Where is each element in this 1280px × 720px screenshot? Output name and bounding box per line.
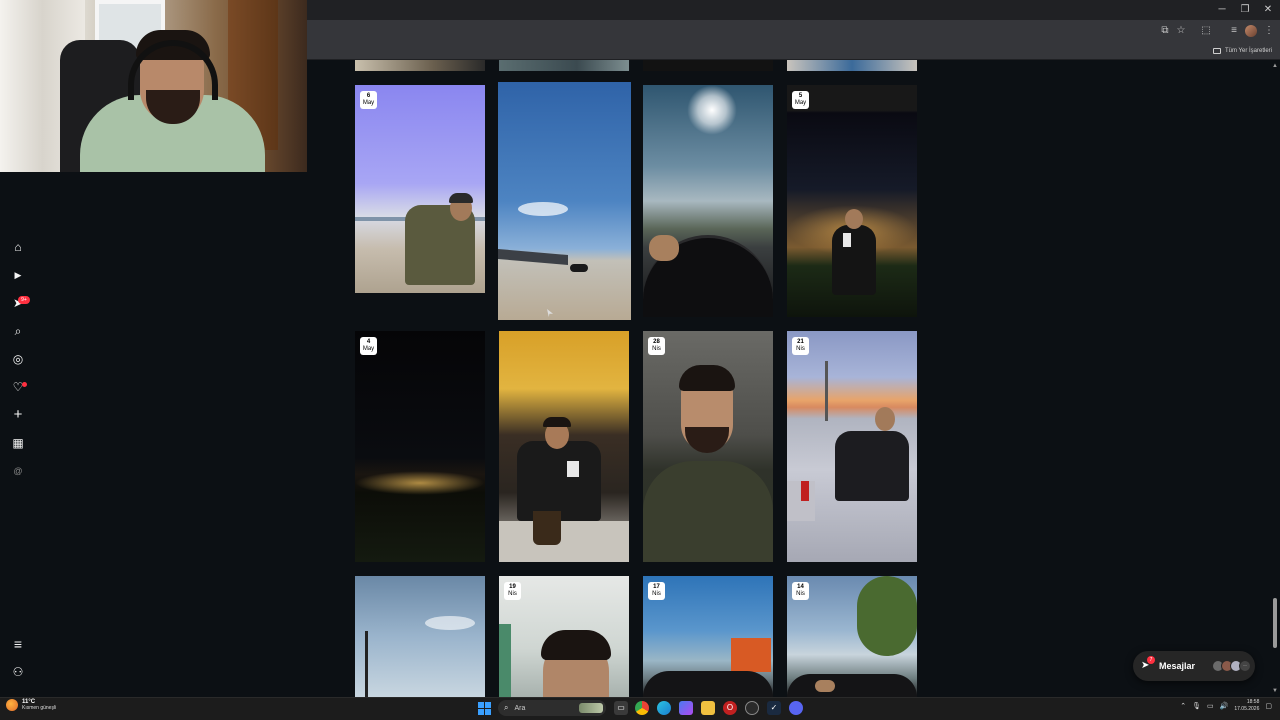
grid-tile[interactable]	[643, 85, 773, 317]
date-badge: 17 Nis	[648, 582, 665, 600]
system-tray: ⌃ 🎙 ▭ 🔊 18:58 17.05.2026 ▢	[1180, 699, 1272, 713]
date-badge: 5 May	[792, 91, 809, 109]
threads-icon[interactable]: @	[9, 462, 27, 480]
reels-icon[interactable]: ▶	[9, 266, 27, 284]
display-icon[interactable]: ▭	[1207, 702, 1214, 710]
grid-tile[interactable]: 6 May	[355, 85, 485, 304]
install-app-icon[interactable]: ⧉	[1158, 24, 1172, 38]
explore-icon[interactable]: ◎	[9, 350, 27, 368]
clock-date: 17.05.2026	[1234, 706, 1260, 712]
grid-tile[interactable]	[498, 82, 631, 320]
scrollbar-thumb[interactable]	[1273, 598, 1277, 648]
activity-dot	[22, 382, 27, 387]
messenger-icon: ➤ 7	[1141, 656, 1155, 672]
weather-widget[interactable]: 11°C Kısmen güneşli	[6, 699, 56, 711]
clock-time: 18:58	[1246, 699, 1260, 705]
grid-tile[interactable]	[499, 331, 629, 562]
date-badge: 21 Nis	[792, 337, 809, 355]
grid-tile-partial[interactable]	[787, 60, 917, 71]
task-view-icon[interactable]: ▭	[614, 701, 628, 715]
weather-text: 11°C Kısmen güneşli	[22, 699, 56, 711]
scroll-up-icon[interactable]: ▲	[1271, 62, 1279, 70]
weather-desc: Kısmen güneşli	[22, 705, 57, 711]
notifications-icon[interactable]: ▢	[1265, 702, 1272, 710]
reading-list-icon[interactable]: ≡	[1227, 24, 1241, 38]
file-explorer-icon[interactable]	[701, 701, 715, 715]
heart-icon[interactable]: ♡	[9, 378, 27, 396]
notification-badge: 9+	[18, 296, 30, 304]
grid-tile-partial[interactable]	[355, 60, 485, 71]
all-bookmarks-folder[interactable]: Tüm Yer İşaretleri	[1212, 44, 1272, 58]
grid-tile[interactable]	[355, 576, 485, 697]
scroll-down-icon[interactable]: ▼	[1271, 687, 1279, 695]
date-badge: 4 May	[360, 337, 377, 355]
message-avatars: ··	[1212, 660, 1252, 672]
more-avatars-icon: ··	[1239, 660, 1252, 672]
obs-icon[interactable]	[745, 701, 759, 715]
folder-icon	[1212, 48, 1221, 54]
bookmark-star-icon[interactable]: ☆	[1174, 24, 1188, 38]
search-highlight-image	[579, 703, 603, 713]
grid-tile[interactable]: 17 Nis	[643, 576, 773, 697]
webcam-overlay	[0, 0, 307, 172]
create-icon[interactable]: +	[9, 406, 27, 424]
steam-icon[interactable]: ✓	[767, 701, 781, 715]
grid-tile[interactable]: 28 Nis	[643, 331, 773, 562]
messages-button[interactable]: ➤ 7 Mesajlar ··	[1133, 651, 1255, 681]
volume-icon[interactable]: 🔊	[1220, 702, 1229, 710]
date-badge: 28 Nis	[648, 337, 665, 355]
tray-overflow-icon[interactable]: ⌃	[1180, 702, 1186, 710]
browser-menu-icon[interactable]: ⋮	[1262, 24, 1276, 38]
all-bookmarks-label: Tüm Yer İşaretleri	[1224, 48, 1272, 54]
dashboard-icon[interactable]: ▦	[9, 434, 27, 452]
weather-sun-icon	[6, 699, 18, 711]
grid-tile[interactable]: 21 Nis	[787, 331, 917, 562]
taskbar-search-input[interactable]: ⌕ Ara	[498, 700, 606, 716]
search-icon: ⌕	[504, 703, 509, 712]
home-icon[interactable]: ⌂	[9, 238, 27, 256]
extensions-icon[interactable]: ⬚	[1199, 24, 1213, 38]
menu-icon[interactable]: ≡	[9, 635, 27, 653]
close-button[interactable]: ✕	[1258, 2, 1278, 18]
grid-tile[interactable]: 5 May	[787, 85, 917, 317]
windows-start-icon[interactable]	[478, 702, 491, 715]
messages-label: Mesajlar	[1159, 661, 1196, 671]
maximize-button[interactable]: ❐	[1235, 2, 1255, 18]
meta-icon[interactable]: ⚇	[9, 663, 27, 681]
date-badge: 6 May	[360, 91, 377, 109]
chrome-icon[interactable]	[635, 701, 649, 715]
search-placeholder: Ara	[514, 704, 526, 712]
grid-tile[interactable]: 19 Nis	[499, 576, 629, 697]
search-icon[interactable]: ⌕	[9, 322, 27, 340]
edge-icon[interactable]	[657, 701, 671, 715]
date-badge: 19 Nis	[504, 582, 521, 600]
grid-tile[interactable]: 14 Nis	[787, 576, 917, 697]
clock[interactable]: 18:58 17.05.2026	[1234, 699, 1259, 713]
profile-avatar[interactable]	[1245, 25, 1257, 37]
microphone-icon[interactable]: 🎙	[1192, 702, 1201, 710]
minimize-button[interactable]: ─	[1212, 2, 1232, 18]
opera-icon[interactable]: O	[723, 701, 737, 715]
messages-badge: 7	[1147, 656, 1155, 664]
grid-tile[interactable]: 4 May	[355, 331, 485, 562]
grid-tile-partial[interactable]	[643, 60, 773, 71]
copilot-icon[interactable]	[679, 701, 693, 715]
discord-icon[interactable]	[789, 701, 803, 715]
grid-tile-partial[interactable]	[499, 60, 629, 71]
date-badge: 14 Nis	[792, 582, 809, 600]
